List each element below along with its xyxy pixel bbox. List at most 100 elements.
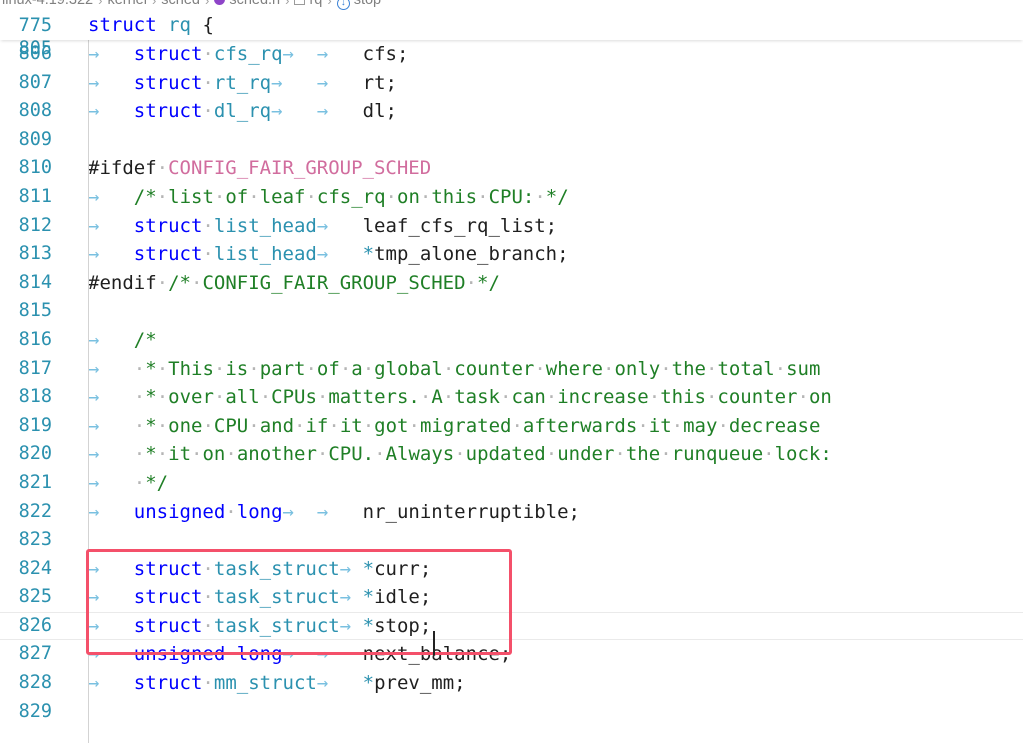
breadcrumb-item-rq[interactable]: rq xyxy=(294,0,322,8)
code-line[interactable]: 816 → /* xyxy=(0,326,1023,355)
code-token: * xyxy=(362,557,375,580)
code-token: · xyxy=(305,357,317,380)
code-line[interactable]: 829 xyxy=(0,698,1023,727)
code-token: · xyxy=(316,443,329,466)
code-token: · xyxy=(385,185,397,208)
code-line[interactable]: 813 → struct·list_head→ *tmp_alone_branch… xyxy=(0,240,1023,269)
code-token: · xyxy=(191,443,203,466)
code-text: #endif·/*·CONFIG_FAIR_GROUP_SCHED·*/ xyxy=(66,269,1023,298)
code-line[interactable]: 814 #endif·/*·CONFIG_FAIR_GROUP_SCHED·*/ xyxy=(0,269,1023,298)
code-line[interactable]: 827 → unsigned·long→ → next_balance; xyxy=(0,640,1023,669)
field-symbol-icon: ↓ xyxy=(336,0,350,10)
line-number: 826 xyxy=(18,614,52,636)
code-token: on xyxy=(202,443,226,466)
code-token: · xyxy=(202,614,214,637)
code-token: * xyxy=(362,243,375,266)
code-token: · xyxy=(660,357,672,380)
code-text: → struct·dl_rq→ → dl; xyxy=(66,97,1023,126)
line-number: 816 xyxy=(18,328,52,350)
code-line[interactable]: 809 xyxy=(0,126,1023,155)
line-number: 808 xyxy=(18,100,52,122)
breadcrumb-item-linux-4-19-322[interactable]: linux-4.19.322 xyxy=(2,0,93,8)
code-token: · xyxy=(545,443,558,466)
sticky-scroll-header[interactable]: 775 struct rq { xyxy=(0,11,1023,40)
code-line[interactable]: 819 → ·*·one·CPU·and·if·it·got·migrated·a… xyxy=(0,412,1023,441)
code-token: · xyxy=(156,443,169,466)
code-line[interactable]: 817 → ·*·This·is·part·of·a·global·counter… xyxy=(0,355,1023,384)
code-token: the xyxy=(671,357,706,380)
code-token: struct xyxy=(133,100,203,123)
code-line[interactable]: 822 → unsigned·long→ → nr_uninterruptible… xyxy=(0,498,1023,527)
code-token: · xyxy=(454,443,466,466)
code-token: decrease xyxy=(728,414,821,437)
line-number: 827 xyxy=(18,643,52,665)
code-token: · xyxy=(294,414,306,437)
code-token: · xyxy=(133,471,146,494)
code-line[interactable]: 815 xyxy=(0,297,1023,326)
breadcrumb[interactable]: linux-4.19.322 › kernel › sched › sched.h › rq › ↓… xyxy=(0,0,1023,11)
code-line[interactable]: 828 → struct·mm_struct→ *prev_mm; xyxy=(0,669,1023,698)
line-number: 821 xyxy=(18,471,52,493)
code-token: · xyxy=(213,185,226,208)
code-text: → unsigned·long→ → nr_uninterruptible; xyxy=(66,498,1023,527)
code-token: · xyxy=(156,386,169,409)
code-token: → xyxy=(88,557,100,580)
code-token: */ xyxy=(545,185,569,208)
line-number: 813 xyxy=(18,243,52,265)
code-line[interactable]: 825 → struct·task_struct→ *idle; xyxy=(0,583,1023,612)
code-token: → xyxy=(88,586,100,609)
code-token: · xyxy=(202,71,214,94)
breadcrumb-item-sched-h[interactable]: sched.h xyxy=(214,0,280,8)
code-token: · xyxy=(248,357,260,380)
code-token: matters. xyxy=(328,386,420,409)
code-token: ; xyxy=(454,672,466,695)
breadcrumb-item-sched[interactable]: sched xyxy=(161,0,200,8)
code-text: → struct·list_head→ *tmp_alone_branch; xyxy=(66,240,1023,269)
code-token: · xyxy=(534,185,546,208)
code-token: · xyxy=(328,414,340,437)
code-line[interactable]: 820 → ·*·it·on·another·CPU.·Always·update… xyxy=(0,440,1023,469)
code-token: · xyxy=(202,672,214,695)
code-line[interactable]: 808 → struct·dl_rq→ → dl; xyxy=(0,97,1023,126)
code-token: struct xyxy=(88,14,157,36)
code-token: · xyxy=(362,357,375,380)
code-line[interactable]: 807 → struct·rt_rq→ → rt; xyxy=(0,69,1023,98)
code-editor[interactable]: 806 → struct·cfs_rq→ → cfs; 807 → struct·rt… xyxy=(0,40,1023,743)
code-token: prev_mm xyxy=(374,672,455,695)
code-token: task xyxy=(454,386,500,409)
line-number: 807 xyxy=(18,71,52,93)
code-text: → struct·task_struct→ *curr; xyxy=(66,555,1023,584)
code-line[interactable]: 818 → ·*·over·all·CPUs·matters.·A·task·ca… xyxy=(0,383,1023,412)
code-token: task_struct xyxy=(213,614,340,637)
code-token: #ifdef xyxy=(88,157,157,180)
breadcrumb-item-kernel[interactable]: kernel xyxy=(107,0,147,8)
code-line[interactable]: 824 → struct·task_struct→ *curr; xyxy=(0,555,1023,584)
code-token: → xyxy=(88,443,100,466)
code-token: /* xyxy=(168,271,191,294)
code-token: rt_rq xyxy=(213,71,272,94)
code-line[interactable]: 811 → /*·list·of·leaf·cfs_rq·on·this·CPU:… xyxy=(0,183,1023,212)
code-token: · xyxy=(156,414,169,437)
code-line[interactable]: 821 → ·*/ xyxy=(0,469,1023,498)
code-token: /* xyxy=(133,328,157,351)
code-line[interactable]: 812 → struct·list_head→ leaf_cfs_rq_list; xyxy=(0,212,1023,241)
code-token: idle xyxy=(374,586,420,609)
code-token: and xyxy=(259,414,295,437)
code-token: · xyxy=(190,271,203,294)
code-token: cfs_rq xyxy=(316,185,386,208)
code-line[interactable]: 810 #ifdef·CONFIG_FAIR_GROUP_SCHED xyxy=(0,154,1023,183)
code-token: · xyxy=(248,185,260,208)
code-line[interactable]: 823 xyxy=(0,526,1023,555)
code-line[interactable]: 826 → struct·task_struct→ *stop; xyxy=(0,611,1023,641)
breadcrumb-item-stop[interactable]: ↓ stop xyxy=(336,0,381,10)
code-token: · xyxy=(774,357,787,380)
breadcrumb-separator: › xyxy=(151,0,157,8)
